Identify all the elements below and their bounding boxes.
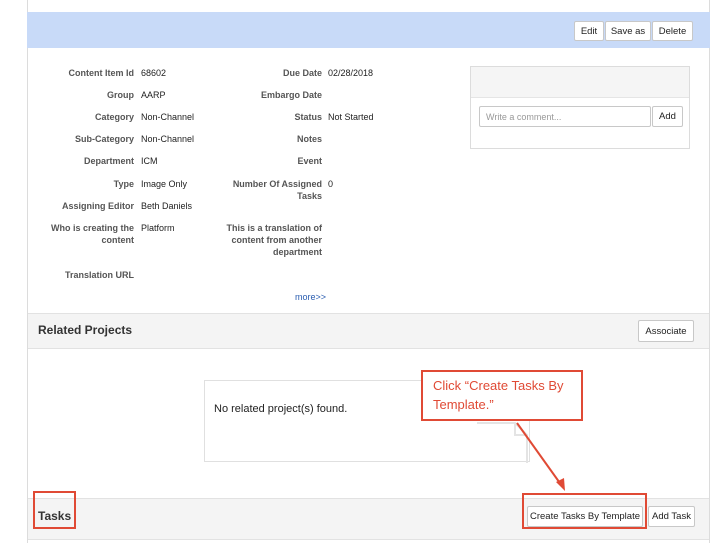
related-projects-title: Related Projects <box>38 323 133 337</box>
who-is-creating-label: Who is creating the content <box>50 223 134 245</box>
assigned-tasks-value: 0 <box>328 179 334 189</box>
embargo-date-label: Embargo Date <box>260 90 322 100</box>
add-task-button[interactable]: Add Task <box>648 506 695 527</box>
comment-panel: Write a comment... Add <box>470 66 690 149</box>
assigned-tasks-label: Number Of Assigned Tasks <box>232 179 322 201</box>
sub-category-label: Sub-Category <box>74 134 134 144</box>
event-label: Event <box>297 156 322 166</box>
no-projects-message: No related project(s) found. <box>214 403 348 415</box>
due-date-value: 02/28/2018 <box>328 68 374 78</box>
more-link[interactable]: more>> <box>295 292 326 302</box>
category-value: Non-Channel <box>141 112 195 122</box>
due-date-label: Due Date <box>282 68 322 78</box>
edit-button[interactable]: Edit <box>574 21 604 41</box>
add-comment-button[interactable]: Add <box>652 106 683 127</box>
assigning-editor-label: Assigning Editor <box>62 201 134 211</box>
create-tasks-by-template-button[interactable]: Create Tasks By Template <box>527 506 643 527</box>
translation-source-label: This is a translation of content from an… <box>226 223 322 257</box>
who-is-creating-value: Platform <box>141 223 175 233</box>
sub-category-value: Non-Channel <box>141 134 195 144</box>
tasks-title: Tasks <box>38 509 72 523</box>
instruction-callout: Click “Create Tasks By Template.” <box>421 370 583 421</box>
translation-url-label: Translation URL <box>64 270 134 280</box>
status-value: Not Started <box>328 112 374 122</box>
group-value: AARP <box>141 90 166 100</box>
delete-button[interactable]: Delete <box>652 21 693 41</box>
notes-label: Notes <box>296 134 322 144</box>
comment-input[interactable]: Write a comment... <box>479 106 651 127</box>
type-value: Image Only <box>141 179 188 189</box>
category-label: Category <box>94 112 134 122</box>
comment-panel-header <box>471 67 689 98</box>
department-value: ICM <box>141 156 158 166</box>
content-item-id-value: 68602 <box>141 68 167 78</box>
save-as-button[interactable]: Save as <box>605 21 651 41</box>
assigning-editor-value: Beth Daniels <box>141 201 193 211</box>
group-label: Group <box>107 90 134 100</box>
content-item-id-label: Content Item Id <box>68 68 135 78</box>
department-label: Department <box>83 156 134 166</box>
associate-button[interactable]: Associate <box>638 320 694 342</box>
status-label: Status <box>294 112 322 122</box>
type-label: Type <box>113 179 134 189</box>
